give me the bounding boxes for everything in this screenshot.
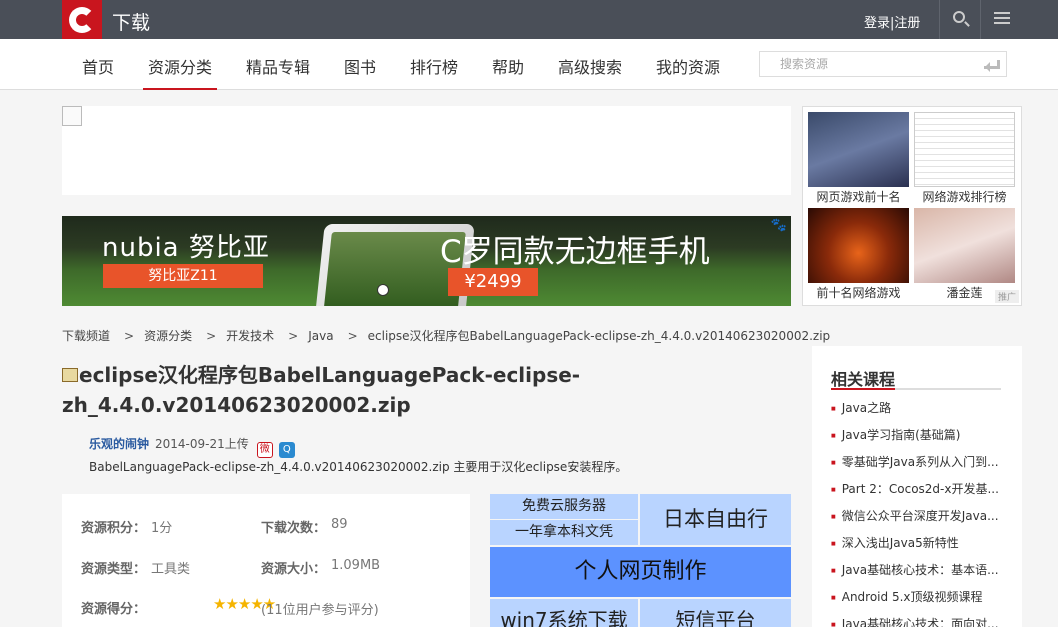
course-item[interactable]: 零基础学Java系列从入门到... — [831, 453, 1021, 470]
course-item[interactable]: Java之路 — [831, 399, 1021, 416]
related-courses-panel: 相关课程 Java之路 Java学习指南(基础篇) 零基础学Java系列从入门到… — [812, 346, 1022, 627]
nubia-logo: nubia 努比亚 — [102, 233, 270, 263]
nubia-slogan: C罗同款无边框手机 — [440, 234, 710, 270]
resource-description: BabelLanguagePack-eclipse-zh_4.4.0.v2014… — [89, 460, 628, 474]
course-item[interactable]: Java学习指南(基础篇) — [831, 426, 1021, 443]
resource-search-box — [759, 51, 1007, 77]
course-item[interactable]: Android 5.x顶级视频课程 — [831, 588, 1021, 605]
nav-active-indicator — [143, 88, 217, 90]
course-item[interactable]: 深入浅出Java5新特性 — [831, 534, 1021, 551]
downloads-value: 89 — [331, 517, 348, 532]
breadcrumb-sep: > — [288, 329, 299, 343]
score-label: 资源得分： — [81, 602, 147, 617]
side-ad-thumb-3[interactable] — [808, 208, 909, 283]
login-link[interactable]: 登录 — [864, 16, 890, 31]
nav-home[interactable]: 首页 — [82, 54, 114, 78]
side-ad-thumb-4[interactable] — [914, 208, 1015, 283]
resource-search-input[interactable] — [760, 52, 970, 76]
course-item[interactable]: 微信公众平台深度开发Java... — [831, 507, 1021, 524]
breadcrumb-devtech[interactable]: 开发技术 — [226, 329, 274, 343]
downloads-label: 下载次数： — [261, 521, 327, 536]
side-ad-label-1[interactable]: 网页游戏前十名 — [808, 188, 909, 205]
nubia-banner-ad[interactable]: nubia 努比亚 努比亚Z11 C罗同款无边框手机 ¥2499 🐾 — [62, 216, 791, 306]
course-item[interactable]: Part 2：Cocos2d-x开发基... — [831, 480, 1021, 497]
size-label: 资源大小： — [261, 562, 327, 577]
breadcrumb-categories[interactable]: 资源分类 — [144, 329, 192, 343]
top-bar: 下载 登录|注册 — [0, 0, 1058, 39]
size-value: 1.09MB — [331, 558, 381, 573]
breadcrumb-java[interactable]: Java — [308, 329, 333, 343]
broken-image-icon — [62, 106, 82, 126]
course-item[interactable]: Java基础核心技术：面向对... — [831, 615, 1021, 627]
enter-icon[interactable] — [984, 60, 1000, 72]
csdn-logo[interactable] — [62, 0, 102, 39]
nav-albums[interactable]: 精品专辑 — [246, 54, 310, 78]
ad-sms[interactable]: 短信平台 — [640, 599, 791, 627]
course-item[interactable]: Java基础核心技术：基本语... — [831, 561, 1021, 578]
resource-info-box: 资源积分： 1分 下载次数： 89 资源类型： 工具类 资源大小： 1.09MB… — [62, 494, 470, 627]
breadcrumb-sep: > — [124, 329, 135, 343]
text-ad-grid: 免费云服务器 一年拿本科文凭 日本自由行 个人网页制作 win7系统下载 短信平… — [490, 494, 791, 627]
logo-c-icon — [69, 7, 95, 33]
breadcrumb-sep: > — [206, 329, 217, 343]
points-value: 1分 — [151, 521, 173, 536]
weibo-share-icon[interactable]: 微 — [256, 442, 273, 458]
ad-win7[interactable]: win7系统下载 — [490, 599, 638, 627]
resource-meta: 乐观的闹钟 2014-09-21上传微 Q — [89, 435, 295, 458]
breadcrumb-download[interactable]: 下载频道 — [62, 329, 110, 343]
football-icon — [377, 284, 389, 296]
ad-degree[interactable]: 一年拿本科文凭 — [490, 520, 638, 545]
uploader-link[interactable]: 乐观的闹钟 — [89, 437, 149, 451]
side-ad-label-2[interactable]: 网络游戏排行榜 — [914, 188, 1015, 205]
paw-icon[interactable]: 🐾 — [771, 218, 787, 233]
nav-my-resources[interactable]: 我的资源 — [656, 54, 720, 78]
login-links: 登录|注册 — [864, 12, 920, 31]
search-icon — [953, 11, 965, 23]
type-value: 工具类 — [151, 562, 191, 577]
top-menu-button[interactable] — [980, 0, 1021, 39]
nav-books[interactable]: 图书 — [344, 54, 376, 78]
type-label: 资源类型： — [81, 562, 147, 577]
nav-help[interactable]: 帮助 — [492, 54, 524, 78]
ad-homepage[interactable]: 个人网页制作 — [490, 547, 791, 597]
ad-tag: 推广 — [994, 290, 1019, 303]
side-ad-thumb-2[interactable] — [914, 112, 1015, 187]
ad-japan-travel[interactable]: 日本自由行 — [640, 494, 791, 545]
nav-ranking[interactable]: 排行榜 — [410, 54, 458, 78]
qzone-share-icon[interactable]: Q — [278, 442, 295, 458]
site-name[interactable]: 下载 — [112, 8, 150, 35]
title-rule-accent — [831, 388, 895, 390]
breadcrumb-current: eclipse汉化程序包BabelLanguagePack-eclipse-zh… — [367, 329, 831, 343]
hamburger-icon — [994, 12, 1010, 14]
top-ad-slot[interactable] — [62, 106, 791, 195]
upload-date: 2014-09-21上传 — [155, 437, 249, 451]
nav-advanced-search[interactable]: 高级搜索 — [558, 54, 622, 78]
top-search-button[interactable] — [939, 0, 980, 39]
related-courses-title: 相关课程 — [831, 370, 896, 389]
nubia-price: ¥2499 — [448, 268, 538, 296]
rating-count: (11位用户参与评分) — [261, 603, 379, 618]
breadcrumb: 下载频道 > 资源分类 > 开发技术 > Java > eclipse汉化程序包BabelLan… — [62, 327, 834, 344]
breadcrumb-sep: > — [347, 329, 358, 343]
resource-title: eclipse汉化程序包BabelLanguagePack-eclipse-zh… — [62, 363, 581, 417]
points-label: 资源积分： — [81, 521, 147, 536]
register-link[interactable]: 注册 — [894, 16, 920, 31]
nubia-model-tag: 努比亚Z11 — [103, 264, 263, 288]
side-ad-panel: 网页游戏前十名 网络游戏排行榜 前十名网络游戏 潘金莲 推广 — [802, 106, 1022, 306]
ad-cloud-server[interactable]: 免费云服务器 — [490, 494, 638, 519]
nav-categories[interactable]: 资源分类 — [148, 54, 212, 78]
side-ad-label-3[interactable]: 前十名网络游戏 — [808, 284, 909, 301]
side-ad-thumb-1[interactable] — [808, 112, 909, 187]
